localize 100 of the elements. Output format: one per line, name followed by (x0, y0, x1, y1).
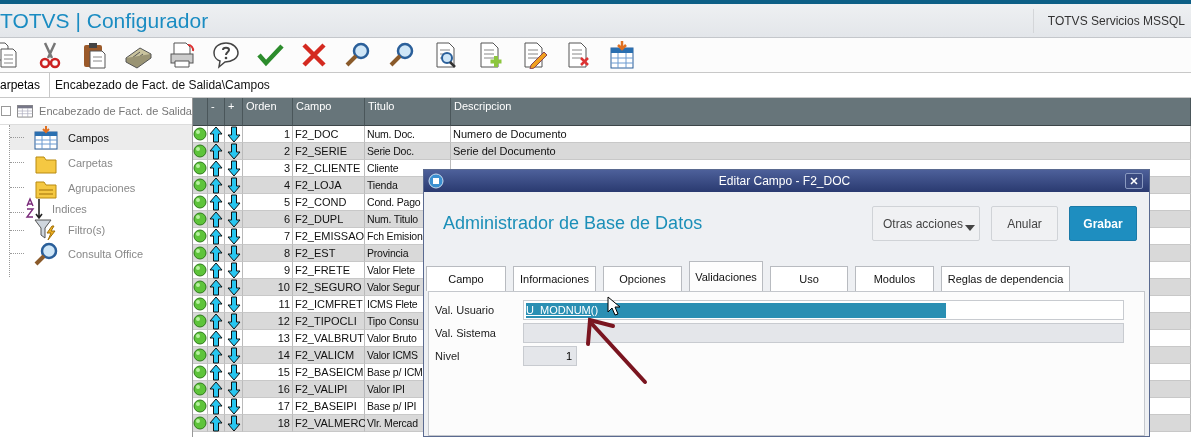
status-icon (193, 331, 207, 345)
down-arrow-icon[interactable] (226, 278, 241, 296)
help-icon[interactable] (212, 41, 240, 69)
tab[interactable]: Opciones (603, 266, 682, 291)
tab[interactable]: Campo (426, 266, 506, 291)
table-cell: 2 (243, 143, 293, 160)
up-arrow-icon[interactable] (209, 278, 223, 296)
up-arrow-icon[interactable] (209, 193, 223, 211)
status-icon (193, 314, 207, 328)
search-icon[interactable] (344, 41, 372, 69)
down-arrow-icon[interactable] (226, 295, 241, 313)
tab[interactable]: Uso (770, 266, 848, 291)
down-arrow-icon[interactable] (226, 159, 241, 177)
down-arrow-icon[interactable] (226, 176, 241, 194)
column-header[interactable]: + (225, 98, 243, 126)
status-icon (193, 229, 207, 243)
status-icon (193, 365, 207, 379)
status-icon (193, 161, 207, 175)
down-arrow-icon[interactable] (226, 397, 241, 415)
table-cell: F2_LOJA (293, 177, 365, 194)
column-header[interactable]: Titulo (365, 98, 451, 126)
status-icon (193, 212, 207, 226)
environment-label: TOTVS Servicios MSSQL (1047, 13, 1185, 28)
down-arrow-icon[interactable] (226, 125, 241, 143)
cancel-button[interactable]: Anular (991, 206, 1058, 241)
up-arrow-icon[interactable] (209, 227, 223, 245)
table-cell: F2_VALMERC (293, 415, 365, 432)
column-header[interactable]: Orden (243, 98, 293, 126)
table-cell: Serie del Documento (451, 143, 1191, 160)
menu-button[interactable]: Otras acciones (872, 206, 980, 241)
status-icon (193, 144, 207, 158)
up-arrow-icon[interactable] (209, 363, 223, 381)
tree-root-label[interactable]: Encabezado de Fact. de Salida (39, 105, 192, 117)
save-button[interactable]: Grabar (1069, 206, 1137, 241)
up-arrow-icon[interactable] (209, 414, 223, 432)
down-arrow-icon[interactable] (226, 363, 241, 381)
tree-item[interactable]: Indices (10, 200, 192, 218)
status-icon (193, 127, 207, 141)
up-arrow-icon[interactable] (209, 176, 223, 194)
down-arrow-icon[interactable] (226, 380, 241, 398)
table-cell: 12 (243, 313, 293, 330)
table-cell: 16 (243, 381, 293, 398)
up-arrow-icon[interactable] (209, 125, 223, 143)
tree-item[interactable]: Carpetas (10, 150, 192, 175)
status-icon (193, 280, 207, 294)
tab[interactable]: Validaciones (689, 261, 763, 291)
down-arrow-icon[interactable] (226, 312, 241, 330)
column-header[interactable]: - (208, 98, 225, 126)
input-field[interactable]: U_MODNUM() (523, 300, 1124, 320)
up-arrow-icon[interactable] (209, 159, 223, 177)
tree-item[interactable]: Consulta Office (10, 241, 192, 266)
path-field[interactable]: Encabezado de Fact. de Salida\Campos (49, 73, 1191, 97)
path-label: arpetas (0, 77, 42, 94)
table-cell: 14 (243, 347, 293, 364)
down-arrow-icon[interactable] (226, 210, 241, 228)
up-arrow-icon[interactable] (209, 397, 223, 415)
tab[interactable]: Informaciones (513, 266, 596, 291)
table-cell: Serie Doc. (365, 143, 451, 160)
close-icon[interactable] (300, 41, 328, 69)
up-arrow-icon[interactable] (209, 346, 223, 364)
up-arrow-icon[interactable] (209, 380, 223, 398)
up-arrow-icon[interactable] (209, 261, 223, 279)
search-icon (34, 241, 58, 266)
up-arrow-icon[interactable] (209, 244, 223, 262)
search-icon[interactable] (388, 41, 416, 69)
dialog-title: Editar Campo - F2_DOC (718, 174, 851, 188)
close-button[interactable] (1125, 173, 1143, 189)
tree-item[interactable]: Filtro(s) (10, 218, 192, 241)
down-arrow-icon[interactable] (226, 346, 241, 364)
status-icon (193, 382, 207, 396)
down-arrow-icon[interactable] (226, 227, 241, 245)
down-arrow-icon[interactable] (226, 193, 241, 211)
column-header[interactable]: Campo (293, 98, 365, 126)
table-cell: F2_SERIE (293, 143, 365, 160)
down-arrow-icon[interactable] (226, 329, 241, 347)
cursor-icon (607, 296, 620, 316)
up-arrow-icon[interactable] (209, 142, 223, 160)
tree-item[interactable]: Agrupaciones (10, 175, 192, 200)
table-cell: 18 (243, 415, 293, 432)
up-arrow-icon[interactable] (209, 329, 223, 347)
down-arrow-icon[interactable] (226, 142, 241, 160)
down-arrow-icon[interactable] (226, 414, 241, 432)
printer-icon[interactable] (168, 41, 196, 69)
copy-icon[interactable] (0, 41, 20, 69)
table-cell: 6 (243, 211, 293, 228)
tree-item[interactable]: Campos (10, 125, 192, 150)
up-arrow-icon[interactable] (209, 210, 223, 228)
table-cell: F2_VALIPI (293, 381, 365, 398)
up-arrow-icon[interactable] (209, 295, 223, 313)
collapse-toggle[interactable] (1, 106, 11, 116)
up-arrow-icon[interactable] (209, 312, 223, 330)
down-arrow-icon[interactable] (226, 261, 241, 279)
down-arrow-icon[interactable] (226, 244, 241, 262)
status-icon (193, 348, 207, 362)
caret-icon (965, 225, 975, 231)
tab[interactable]: Modulos (855, 266, 934, 291)
status-icon (193, 297, 207, 311)
column-header[interactable]: Descripcion (451, 98, 1191, 126)
tab[interactable]: Reglas de dependencia (941, 266, 1070, 291)
table-import-icon[interactable] (608, 41, 636, 69)
